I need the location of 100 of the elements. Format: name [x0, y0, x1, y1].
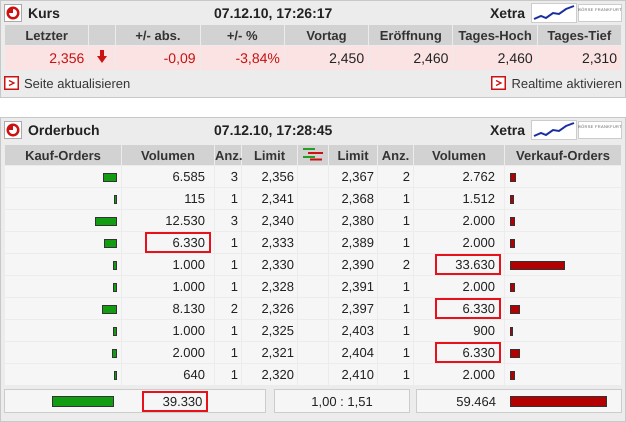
exchange-name: Xetra [490, 5, 525, 21]
sell-total-volume: 59.464 [455, 392, 497, 410]
table-cell: 2,368 [329, 188, 377, 209]
column-header: Volumen [414, 145, 504, 165]
exchange-name: Xetra [490, 122, 525, 138]
table-cell: 2,391 [329, 276, 377, 297]
column-header: Limit [329, 145, 377, 165]
timestamp: 07.12.10, 17:28:45 [214, 122, 334, 138]
buy-total-volume: 39.330 [142, 390, 208, 412]
table-cell-text: 2.000 [461, 212, 496, 230]
table-cell: 2,460 [453, 46, 537, 70]
table-cell: 1 [378, 342, 413, 363]
column-header: Verkauf-Orders [505, 145, 621, 165]
line-chart-icon [531, 120, 577, 140]
column-header: Kauf-Orders [5, 145, 121, 165]
table-cell: 6.330 [145, 232, 211, 253]
table-cell-text: 2.000 [461, 278, 496, 296]
table-cell: 1 [378, 276, 413, 297]
table-cell-text: 2.000 [461, 366, 496, 384]
column-header: Eröffnung [369, 25, 452, 45]
table-cell: 2,450 [284, 46, 368, 70]
table-cell: 1 [215, 342, 241, 363]
table-cell: 1 [378, 320, 413, 341]
column-header: Volumen [122, 145, 214, 165]
pie-chart-icon [4, 121, 22, 139]
table-cell-text: 1.000 [171, 322, 206, 340]
column-header: Letzter [5, 25, 88, 45]
table-cell: 2,325 [242, 320, 297, 341]
order-lines-icon [302, 146, 324, 160]
table-cell: 2 [378, 166, 413, 187]
column-header: +/- abs. [116, 25, 200, 45]
table-cell: 1 [215, 232, 241, 253]
table-cell-text: 1.512 [461, 190, 496, 208]
table-cell: 1 [215, 254, 241, 275]
table-cell: 2,356 [242, 166, 297, 187]
column-header: Anz. [215, 145, 241, 165]
column-header: Limit [242, 145, 297, 165]
table-cell: 2,404 [329, 342, 377, 363]
table-cell-text: 8.130 [171, 300, 206, 318]
table-cell: 6.330 [435, 342, 501, 363]
table-cell-text: 2.000 [171, 344, 206, 362]
table-cell-text: 115 [183, 190, 206, 208]
panel-title: Kurs [28, 5, 61, 21]
table-cell: 2,389 [329, 232, 377, 253]
table-cell: 2,403 [329, 320, 377, 341]
table-cell: 2,330 [242, 254, 297, 275]
table-cell-text: 12.530 [164, 212, 206, 230]
table-cell: 2,340 [242, 210, 297, 231]
table-cell: 2,326 [242, 298, 297, 319]
table-cell-text: 900 [472, 322, 496, 340]
table-cell: 2,367 [329, 166, 377, 187]
timestamp: 07.12.10, 17:26:17 [214, 5, 334, 21]
table-cell-text: 640 [182, 366, 206, 384]
table-cell: 2,320 [242, 364, 297, 385]
column-header: +/- % [200, 25, 284, 45]
chevron-right-icon [4, 76, 19, 90]
link[interactable]: Realtime aktivieren [491, 76, 622, 90]
panel-title: Orderbuch [28, 122, 101, 138]
table-cell-text: 1.000 [171, 278, 206, 296]
table-cell: 1 [378, 210, 413, 231]
table-cell-text: 1.000 [171, 256, 206, 274]
order-ratio: 1,00 : 1,51 [274, 389, 410, 413]
table-cell: 2 [215, 298, 241, 319]
table-cell: 1 [378, 298, 413, 319]
column-header: Tages-Hoch [453, 25, 537, 45]
table-cell: -0,09 [116, 46, 200, 70]
table-cell: 1 [378, 188, 413, 209]
pie-chart-icon [4, 4, 22, 22]
table-cell: 2 [378, 254, 413, 275]
table-cell: 2,397 [329, 298, 377, 319]
table-cell: 1 [378, 232, 413, 253]
table-cell: 2,341 [242, 188, 297, 209]
table-cell: 1 [378, 364, 413, 385]
table-cell: 2,328 [242, 276, 297, 297]
table-cell: 3 [215, 166, 241, 187]
table-cell-text: 2.762 [461, 168, 496, 186]
table-cell: 6.330 [435, 298, 501, 319]
link[interactable]: Seite aktualisieren [4, 76, 130, 90]
table-cell: 2,460 [369, 46, 452, 70]
table-cell: 3 [215, 210, 241, 231]
table-cell: -3,84% [200, 46, 284, 70]
column-header: Vortag [284, 25, 368, 45]
table-cell: 2,410 [329, 364, 377, 385]
chevron-right-icon [491, 76, 506, 90]
table-cell: 1 [215, 364, 241, 385]
table-cell: 1 [215, 276, 241, 297]
column-header: Tages-Tief [538, 25, 621, 45]
table-cell: 2,390 [329, 254, 377, 275]
table-cell-text: 2.000 [461, 234, 496, 252]
table-cell: 2,310 [538, 46, 621, 70]
table-cell: 2,321 [242, 342, 297, 363]
table-cell: 1 [215, 320, 241, 341]
table-cell-text: 6.585 [171, 168, 206, 186]
line-chart-icon [531, 3, 577, 23]
table-cell: 2,356 [5, 46, 88, 70]
column-header: Anz. [378, 145, 413, 165]
table-cell: 2,333 [242, 232, 297, 253]
table-cell: 1 [215, 188, 241, 209]
table-cell: 2,380 [329, 210, 377, 231]
table-cell: 33.630 [435, 254, 501, 275]
